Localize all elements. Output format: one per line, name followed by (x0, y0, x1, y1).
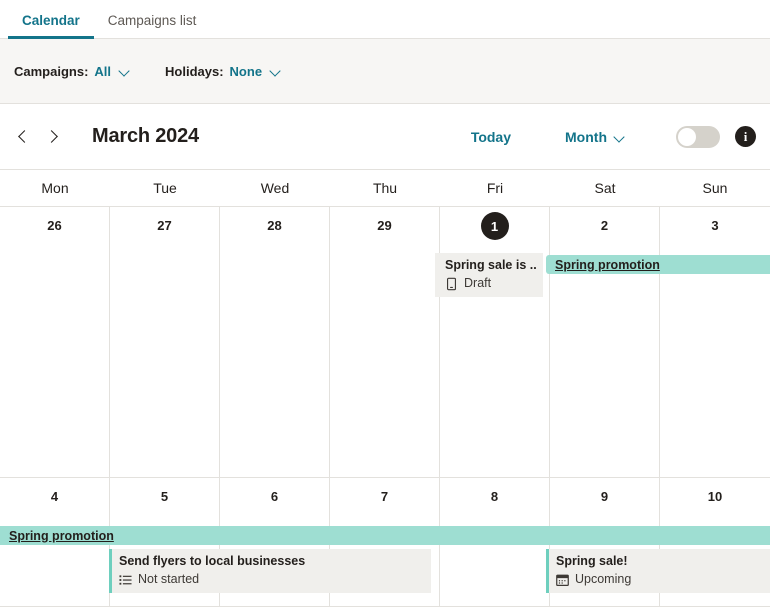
calendar-grid: 26 27 28 29 1 2 3 (0, 207, 770, 607)
date-number: 8 (440, 478, 549, 518)
chevron-down-icon[interactable] (614, 131, 626, 143)
event-spring-sale[interactable]: Spring sale! Upcoming (546, 549, 770, 593)
tab-calendar-label: Calendar (22, 13, 80, 28)
day-cell-2[interactable]: 2 (550, 207, 660, 477)
chevron-down-icon[interactable] (270, 65, 282, 77)
date-number: 9 (550, 478, 659, 518)
event-status: Not started (119, 572, 425, 587)
date-number: 2 (550, 207, 659, 247)
date-number: 27 (110, 207, 219, 247)
tab-campaigns-list-label: Campaigns list (108, 13, 197, 28)
date-number: 3 (660, 207, 770, 247)
calendar-toolbar: March 2024 Today Month i (0, 104, 770, 170)
today-button[interactable]: Today (461, 123, 521, 151)
weekday-tue: Tue (110, 170, 220, 206)
day-cell-29[interactable]: 29 (330, 207, 440, 477)
date-number-today: 1 (440, 207, 549, 247)
calendar-icon (556, 573, 569, 587)
weekday-header: Mon Tue Wed Thu Fri Sat Sun (0, 170, 770, 207)
filter-holidays-label: Holidays: (165, 64, 224, 79)
date-number: 26 (0, 207, 109, 247)
day-cell-28[interactable]: 28 (220, 207, 330, 477)
weekday-wed: Wed (220, 170, 330, 206)
list-icon (119, 573, 132, 587)
weekday-sun: Sun (660, 170, 770, 206)
filter-campaigns[interactable]: Campaigns: All (14, 64, 131, 79)
event-title: Send flyers to local businesses (119, 554, 425, 569)
event-spring-sale-is-draft[interactable]: Spring sale is ... Draft (435, 253, 543, 297)
date-number: 10 (660, 478, 770, 518)
chevron-down-icon[interactable] (119, 65, 131, 77)
calendar-week-2: 4 5 6 7 8 9 10 Spring promot (0, 478, 770, 607)
event-status: Draft (445, 276, 537, 291)
day-cell-3[interactable]: 3 (660, 207, 770, 477)
day-cell-26[interactable]: 26 (0, 207, 110, 477)
weekday-mon: Mon (0, 170, 110, 206)
date-number: 4 (0, 478, 109, 518)
date-number: 5 (110, 478, 219, 518)
tab-bar: Calendar Campaigns list (0, 0, 770, 39)
day-cell-1[interactable]: 1 (440, 207, 550, 477)
chevron-left-icon[interactable] (8, 122, 38, 152)
info-icon[interactable]: i (735, 126, 756, 147)
event-title: Spring promotion (9, 529, 114, 543)
toggle-knob (678, 128, 696, 146)
event-title: Spring sale is ... (445, 258, 537, 273)
event-title: Spring promotion (555, 258, 660, 272)
view-select[interactable]: Month (555, 123, 636, 151)
event-title: Spring sale! (556, 554, 764, 569)
view-select-label: Month (565, 129, 607, 145)
date-number: 28 (220, 207, 329, 247)
weekday-sat: Sat (550, 170, 660, 206)
week-1-day-columns: 26 27 28 29 1 2 3 (0, 207, 770, 477)
event-status: Upcoming (556, 572, 764, 587)
calendar-view-toggle[interactable] (676, 126, 720, 148)
event-status-label: Draft (464, 276, 491, 291)
date-number: 7 (330, 478, 439, 518)
date-number: 6 (220, 478, 329, 518)
filter-holidays-value[interactable]: None (230, 64, 263, 79)
filter-bar: Campaigns: All Holidays: None (0, 39, 770, 104)
filter-campaigns-value[interactable]: All (94, 64, 111, 79)
tab-calendar[interactable]: Calendar (8, 14, 94, 39)
event-spring-promotion[interactable]: Spring promotion (546, 255, 770, 274)
tab-campaigns-list[interactable]: Campaigns list (94, 14, 211, 39)
mobile-device-icon (445, 277, 458, 291)
calendar-week-1: 26 27 28 29 1 2 3 (0, 207, 770, 478)
event-spring-promotion[interactable]: Spring promotion (0, 526, 770, 545)
page-title: March 2024 (92, 125, 199, 148)
event-status-label: Upcoming (575, 572, 631, 587)
chevron-right-icon[interactable] (38, 122, 68, 152)
weekday-fri: Fri (440, 170, 550, 206)
filter-campaigns-label: Campaigns: (14, 64, 88, 79)
weekday-thu: Thu (330, 170, 440, 206)
filter-holidays[interactable]: Holidays: None (165, 64, 282, 79)
event-status-label: Not started (138, 572, 199, 587)
day-cell-27[interactable]: 27 (110, 207, 220, 477)
today-badge: 1 (481, 212, 509, 240)
event-send-flyers[interactable]: Send flyers to local businesses Not star… (109, 549, 431, 593)
toolbar-actions: Today Month i (461, 123, 756, 151)
date-number: 29 (330, 207, 439, 247)
